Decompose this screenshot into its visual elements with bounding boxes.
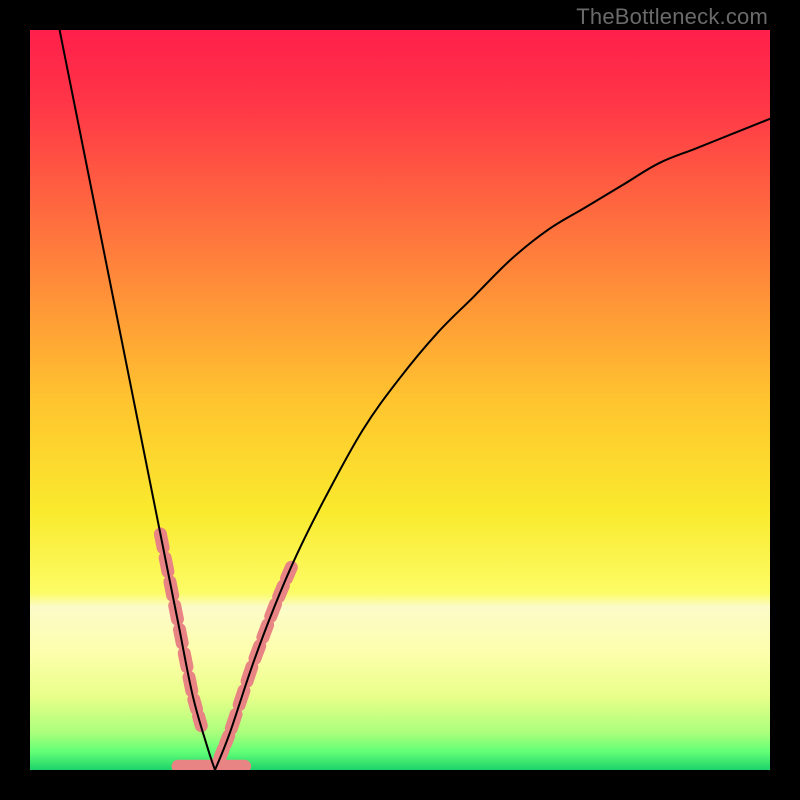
- watermark-text: TheBottleneck.com: [576, 4, 768, 30]
- background-gradient: [30, 30, 770, 770]
- chart-frame: TheBottleneck.com: [0, 0, 800, 800]
- plot-area: [30, 30, 770, 770]
